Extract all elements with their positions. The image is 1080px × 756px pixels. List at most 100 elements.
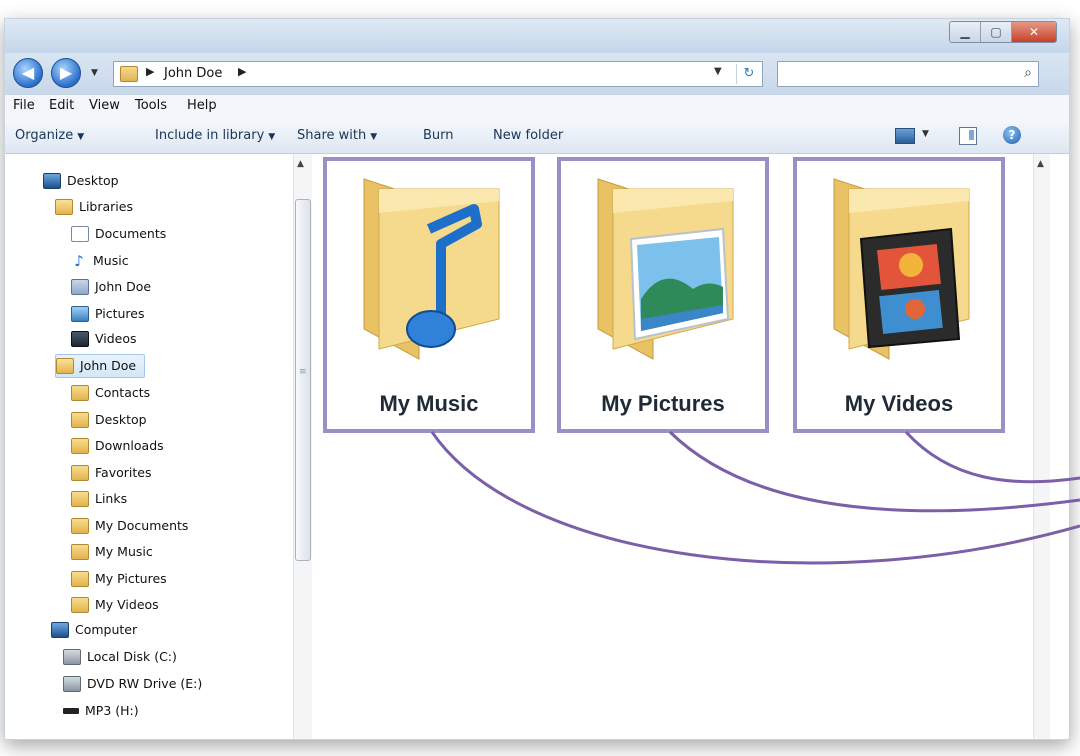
music-folder-icon (363, 178, 500, 360)
folder-tile-my-pictures[interactable]: My Pictures (557, 157, 769, 433)
sidebar-item-favorites[interactable]: Favorites (71, 462, 151, 484)
sidebar-item-desktop-folder[interactable]: Desktop (71, 409, 147, 431)
include-in-library-label: Include in library (155, 128, 265, 143)
menu-help[interactable]: Help (187, 98, 217, 113)
sidebar-item-john-doe[interactable]: John Doe (55, 354, 146, 378)
folder-icon (71, 491, 89, 507)
new-folder-button[interactable]: New folder (493, 128, 563, 143)
desktop-icon (43, 173, 61, 189)
sidebar-item-libraries[interactable]: Libraries (55, 196, 133, 218)
address-bar[interactable]: ▶ John Doe ▶ ▼ ↻ (113, 61, 763, 87)
organize-button[interactable]: Organize ▼ (15, 128, 84, 143)
folder-tile-my-music[interactable]: My Music (323, 157, 535, 433)
content-scrollbar[interactable] (1033, 154, 1050, 739)
refresh-icon[interactable]: ↻ (736, 64, 761, 84)
music-icon: ♪ (74, 252, 84, 270)
chevron-down-icon: ▼ (370, 132, 378, 142)
folder-icon (71, 544, 89, 560)
include-in-library-button[interactable]: Include in library ▼ (155, 128, 275, 143)
search-icon[interactable]: ⌕ (1024, 65, 1032, 81)
sidebar-item-links[interactable]: Links (71, 488, 127, 510)
sidebar-item-label: John Doe (95, 279, 152, 294)
sidebar-item-label: Music (93, 253, 129, 268)
menu-view[interactable]: View (89, 98, 120, 113)
menu-bar: File Edit View Tools Help (5, 95, 1069, 120)
search-input[interactable]: ⌕ (777, 61, 1039, 87)
sidebar-item-desktop[interactable]: Desktop (43, 170, 119, 192)
folder-icon (71, 597, 89, 613)
breadcrumb-arrow-icon[interactable]: ▶ (238, 65, 246, 78)
sidebar-item-music[interactable]: ♪ Music (71, 250, 129, 272)
sidebar-item-label: My Videos (95, 597, 159, 612)
maximize-icon[interactable]: ▢ (981, 22, 1012, 42)
address-dropdown-icon[interactable]: ▼ (714, 66, 722, 77)
sidebar-item-my-pictures[interactable]: My Pictures (71, 568, 167, 590)
burn-button[interactable]: Burn (423, 128, 454, 143)
command-bar: Organize ▼ Include in library ▼ Share with… (5, 119, 1069, 154)
user-icon (56, 358, 74, 374)
sidebar-item-label: Documents (95, 226, 167, 241)
navigation-scroll-thumb[interactable] (295, 199, 311, 561)
menu-file[interactable]: File (13, 98, 35, 113)
sidebar-item-label: DVD RW Drive (E:) (87, 676, 203, 691)
chevron-down-icon[interactable]: ▼ (922, 129, 929, 139)
scroll-up-icon[interactable]: ▲ (297, 159, 304, 169)
sidebar-item-label: Downloads (95, 438, 164, 453)
user-folder-icon (71, 279, 89, 295)
menu-edit[interactable]: Edit (49, 98, 74, 113)
share-with-button[interactable]: Share with ▼ (297, 128, 377, 143)
sidebar-item-downloads[interactable]: Downloads (71, 435, 164, 457)
sidebar-item-label: Videos (95, 331, 137, 346)
sidebar-item-label: My Music (95, 544, 153, 559)
folder-icon (71, 518, 89, 534)
sidebar-item-computer[interactable]: Computer (51, 619, 137, 641)
sidebar-item-pictures[interactable]: Pictures (71, 303, 145, 325)
computer-icon (51, 622, 69, 638)
navigation-pane: Desktop Libraries Documents ♪ Music John … (5, 154, 315, 739)
back-icon[interactable]: ◀ (13, 58, 43, 88)
sidebar-item-my-videos[interactable]: My Videos (71, 594, 159, 616)
sidebar-item-documents[interactable]: Documents (71, 223, 166, 245)
menu-tools[interactable]: Tools (135, 98, 167, 113)
sidebar-item-mp3[interactable]: MP3 (H:) (63, 700, 139, 722)
scroll-up-icon[interactable]: ▲ (1037, 159, 1044, 169)
sidebar-item-videos[interactable]: Videos (71, 328, 137, 350)
explorer-window: ▁ ▢ ✕ ◀ ▶ ▼ ▶ John Doe ▶ ▼ ↻ ⌕ File Edit… (4, 18, 1070, 740)
sidebar-item-contacts[interactable]: Contacts (71, 382, 150, 404)
close-icon[interactable]: ✕ (1012, 22, 1056, 42)
folder-icon (71, 465, 89, 481)
sidebar-item-label: Pictures (95, 306, 145, 321)
minimize-icon[interactable]: ▁ (950, 22, 981, 42)
sidebar-item-label: Links (95, 491, 128, 506)
sidebar-item-dvd-drive[interactable]: DVD RW Drive (E:) (63, 673, 202, 695)
sidebar-item-label: Libraries (79, 199, 133, 214)
chevron-down-icon: ▼ (268, 132, 276, 142)
breadcrumb-john-doe[interactable]: John Doe (164, 66, 222, 81)
folder-label: My Pictures (601, 391, 725, 416)
sidebar-item-label: Local Disk (C:) (87, 649, 177, 664)
sidebar-item-local-disk[interactable]: Local Disk (C:) (63, 646, 177, 668)
preview-pane-icon[interactable] (959, 127, 977, 145)
pictures-icon (71, 306, 89, 322)
chevron-down-icon: ▼ (77, 132, 85, 142)
sidebar-item-my-documents[interactable]: My Documents (71, 515, 188, 537)
title-bar: ▁ ▢ ✕ (5, 19, 1069, 53)
sidebar-item-label: Contacts (95, 385, 151, 400)
recent-pages-dropdown-icon[interactable]: ▼ (91, 68, 98, 78)
videos-folder-icon (833, 178, 970, 360)
forward-icon[interactable]: ▶ (51, 58, 81, 88)
window-controls: ▁ ▢ ✕ (949, 21, 1057, 43)
sidebar-item-my-music[interactable]: My Music (71, 541, 153, 563)
help-icon[interactable]: ? (1003, 126, 1021, 144)
organize-label: Organize (15, 128, 74, 143)
share-with-label: Share with (297, 128, 367, 143)
sidebar-item-john-doe-library[interactable]: John Doe (71, 276, 151, 298)
folder-icon (120, 66, 138, 82)
folder-label: My Music (379, 391, 479, 416)
folder-label: My Videos (844, 391, 954, 416)
sidebar-item-label: MP3 (H:) (85, 703, 139, 718)
documents-icon (71, 226, 89, 242)
breadcrumb-arrow-icon[interactable]: ▶ (146, 65, 154, 78)
folder-tile-my-videos[interactable]: My Videos (793, 157, 1005, 433)
change-view-icon[interactable] (895, 128, 915, 144)
